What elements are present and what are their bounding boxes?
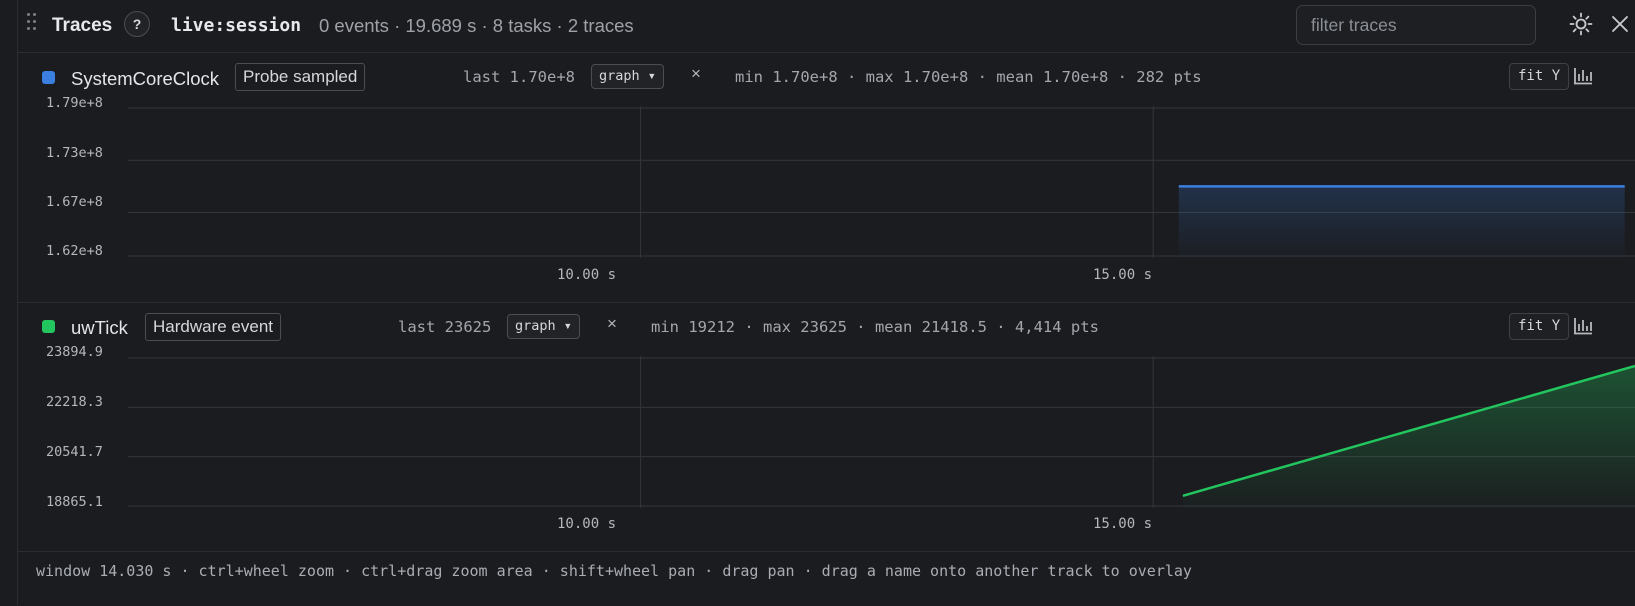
y-tick-label: 1.62e+8: [46, 243, 103, 259]
remove-track-button[interactable]: ×: [607, 314, 617, 334]
close-icon[interactable]: [1608, 12, 1632, 36]
interaction-hints: window 14.030 s · ctrl+wheel zoom · ctrl…: [36, 562, 1192, 580]
systemcoreclock-plot[interactable]: [128, 106, 1635, 258]
brightness-icon[interactable]: [1569, 12, 1593, 36]
track-name[interactable]: uwTick: [71, 317, 128, 339]
bar-chart-icon[interactable]: [1573, 67, 1593, 85]
status-footer: window 14.030 s · ctrl+wheel zoom · ctrl…: [18, 551, 1635, 606]
session-stats: 0 events · 19.689 s · 8 tasks · 2 traces: [319, 15, 634, 36]
track-name[interactable]: SystemCoreClock: [71, 68, 219, 90]
series-area-fill: [1178, 186, 1625, 258]
track-type-badge: Probe sampled: [235, 63, 366, 91]
last-value: last 1.70e+8: [463, 68, 575, 86]
uwtick-plot[interactable]: [128, 356, 1635, 508]
track-summary: min 19212 · max 23625 · mean 21418.5 · 4…: [651, 318, 1099, 336]
display-mode-select[interactable]: graph ▾: [507, 314, 580, 339]
y-tick-label: 18865.1: [46, 494, 103, 510]
remove-track-button[interactable]: ×: [691, 64, 701, 84]
x-tick-label: 10.00 s: [557, 267, 617, 283]
display-mode-select[interactable]: graph ▾: [591, 64, 664, 89]
series-area-fill: [1182, 365, 1635, 508]
drag-handle-icon[interactable]: [27, 13, 37, 31]
track-summary: min 1.70e+8 · max 1.70e+8 · mean 1.70e+8…: [735, 68, 1202, 86]
y-tick-label: 20541.7: [46, 444, 103, 460]
y-tick-label: 23894.9: [46, 344, 103, 360]
y-tick-label: 1.79e+8: [46, 95, 103, 111]
filter-traces-input[interactable]: [1296, 5, 1536, 45]
x-tick-label: 15.00 s: [1093, 267, 1153, 283]
traces-header: Traces ? live:session 0 events · 19.689 …: [18, 0, 1635, 52]
y-tick-label: 1.73e+8: [46, 145, 103, 161]
series-color-swatch[interactable]: [42, 320, 55, 333]
track-uwtick: uwTick Hardware event last 23625 graph ▾…: [18, 303, 1635, 551]
panel-title: Traces: [52, 15, 113, 36]
help-button[interactable]: ?: [124, 11, 150, 37]
series-color-swatch[interactable]: [42, 71, 55, 84]
y-tick-label: 22218.3: [46, 394, 103, 410]
fit-y-button[interactable]: fit Y: [1509, 313, 1570, 340]
x-tick-label: 10.00 s: [557, 516, 617, 532]
bar-chart-icon[interactable]: [1573, 317, 1593, 335]
y-tick-label: 1.67e+8: [46, 194, 103, 210]
last-value: last 23625: [398, 318, 492, 336]
fit-y-button[interactable]: fit Y: [1509, 63, 1570, 90]
session-name: live:session: [171, 15, 302, 36]
track-systemcoreclock: SystemCoreClock Probe sampled last 1.70e…: [18, 53, 1635, 302]
track-type-badge: Hardware event: [145, 313, 282, 341]
x-tick-label: 15.00 s: [1093, 516, 1153, 532]
